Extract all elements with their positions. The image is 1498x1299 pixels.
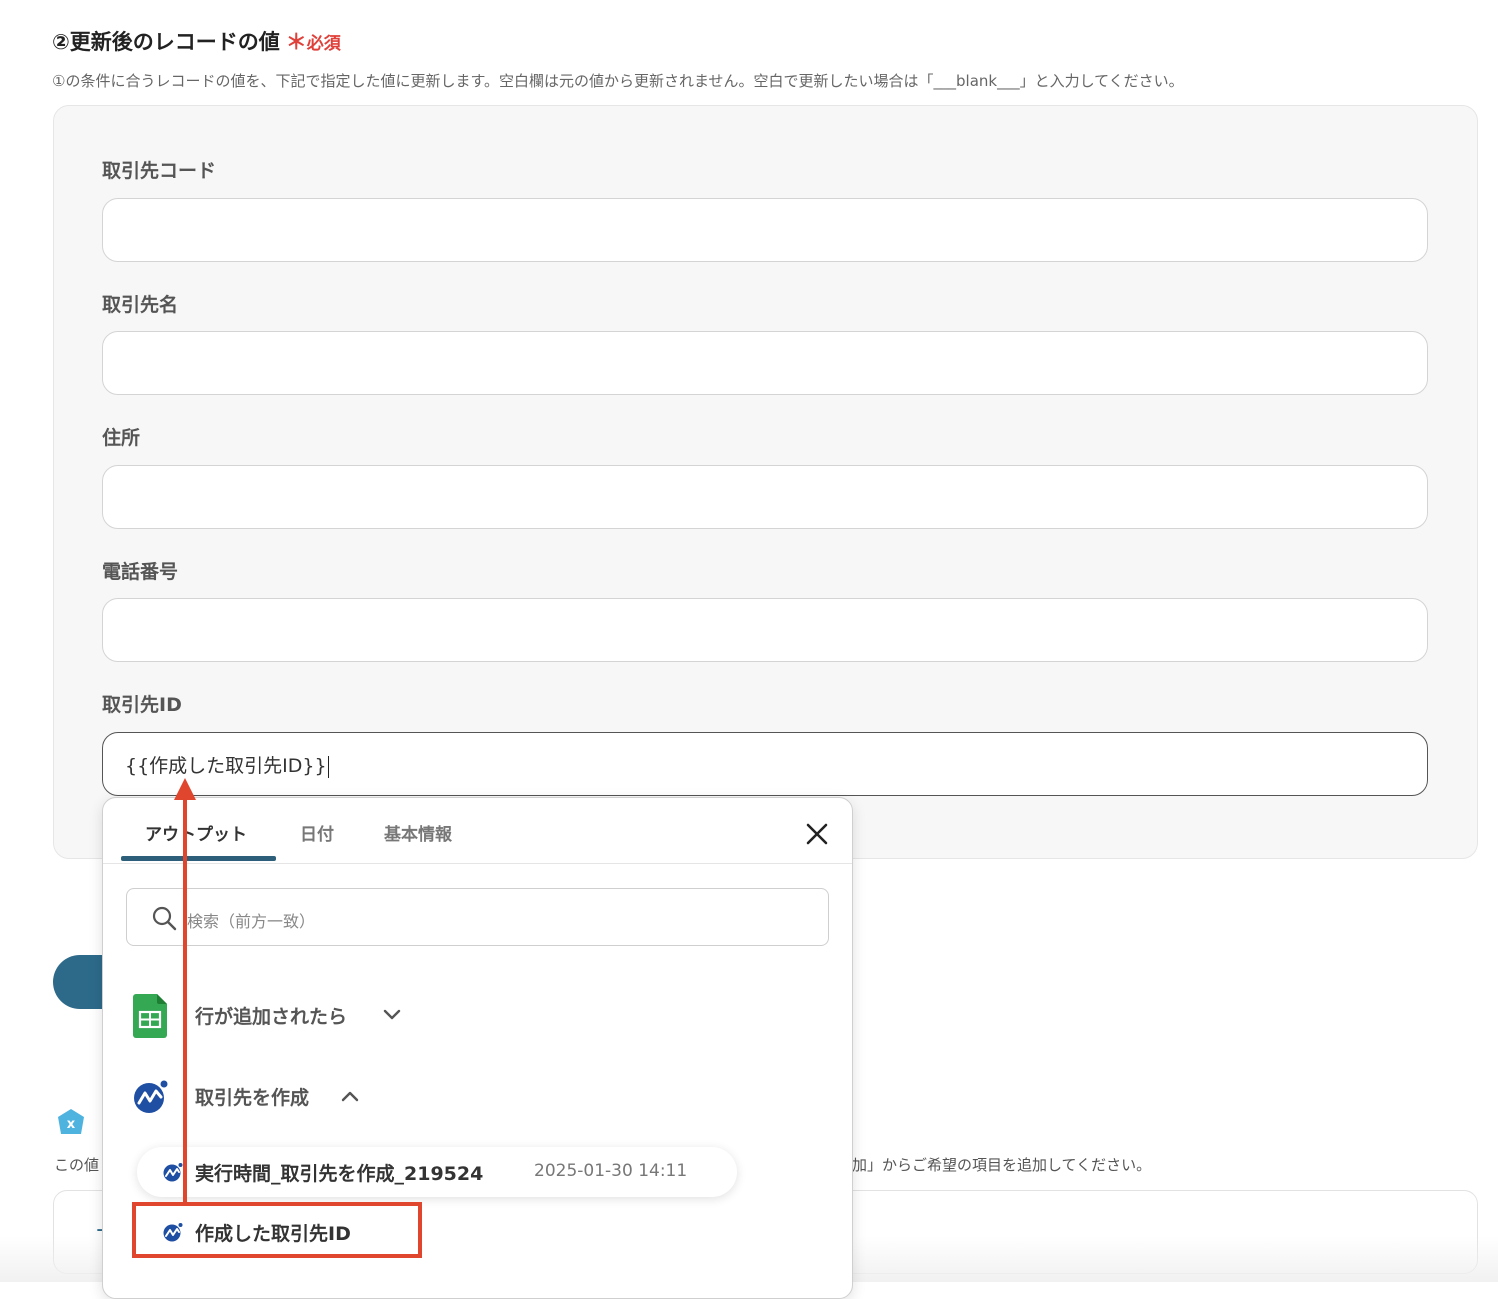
required-label: 必須 [306,34,341,54]
google-sheets-icon [133,994,167,1038]
hint-text-left: この値 [54,1156,100,1174]
close-icon[interactable] [803,820,831,848]
text-caret [327,755,329,778]
field-label-partner-name: 取引先名 [102,294,179,316]
app-logo-icon [134,1080,168,1113]
svg-text:x: x [67,1117,76,1132]
partner-name-input[interactable] [102,331,1428,395]
field-label-phone: 電話番号 [102,561,179,583]
group-label-added: 行が追加されたら [195,1006,348,1028]
field-label-address: 住所 [102,427,141,449]
field-label-partner-id: 取引先ID [102,694,182,716]
search-placeholder: 検索（前方一致） [187,912,316,931]
annotation-highlight-box [132,1202,422,1258]
item-value-exec-time: 2025-01-30 14:11 [534,1161,688,1181]
phone-input[interactable] [102,598,1428,662]
chevron-up-icon [341,1091,359,1102]
hint-icon: x [58,1109,84,1134]
group-label-create-partner: 取引先を作成 [195,1087,310,1109]
search-input[interactable]: 検索（前方一致） [126,888,829,946]
section-title: ②更新後のレコードの値 ＊必須 [52,26,341,56]
tab-basic-info[interactable]: 基本情報 [384,820,452,845]
field-label-partner-code: 取引先コード [102,160,217,182]
section-title-text: ②更新後のレコードの値 [52,30,280,54]
section-description: ①の条件に合うレコードの値を、下記で指定した値に更新します。空白欄は元の値から更… [52,72,1184,90]
required-star: ＊ [285,30,307,54]
chevron-down-icon [383,1009,401,1020]
address-input[interactable] [102,465,1428,529]
hint-text-right: 加」からご希望の項目を追加してください。 [852,1156,1152,1174]
tab-date[interactable]: 日付 [300,820,334,845]
item-label-exec-time: 実行時間_取引先を作成_219524 [195,1163,484,1185]
tab-divider [103,863,852,864]
annotation-arrow-icon [174,778,196,1204]
output-item-exec-time[interactable]: 実行時間_取引先を作成_219524 2025-01-30 14:11 [137,1147,737,1197]
partner-id-input[interactable]: {{作成した取引先ID}} [102,732,1428,796]
partner-code-input[interactable] [102,198,1428,262]
partner-id-value: {{作成した取引先ID}} [125,751,329,778]
partner-id-text: {{作成した取引先ID}} [125,755,327,777]
